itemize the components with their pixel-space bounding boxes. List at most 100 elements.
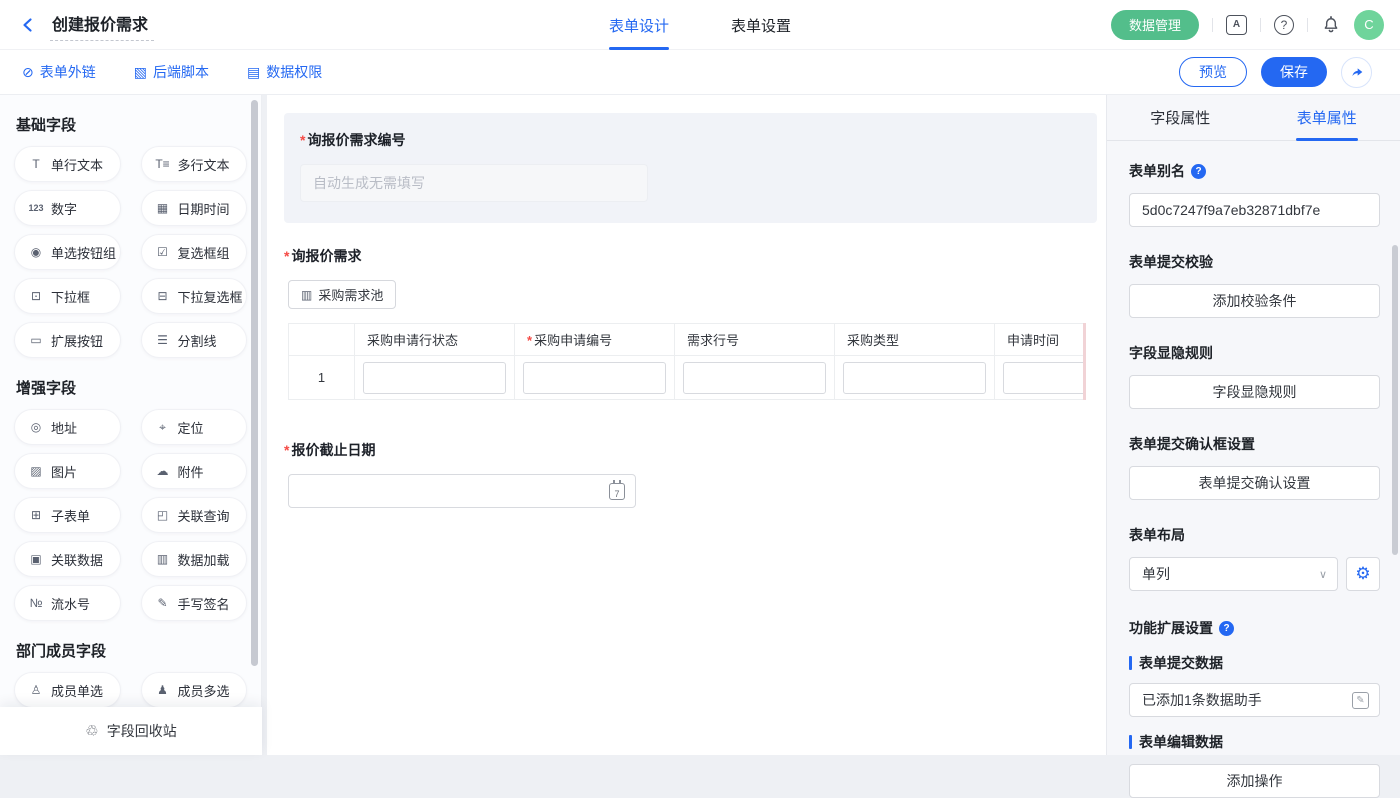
app-header: 创建报价需求 表单设计 表单设置 数据管理 A ? C bbox=[0, 0, 1400, 50]
backend-script-button[interactable]: ▧ 后端脚本 bbox=[134, 62, 209, 82]
tab-form-design[interactable]: 表单设计 bbox=[609, 0, 669, 50]
sidebar-item-datetime[interactable]: ▦日期时间 bbox=[141, 190, 248, 226]
field-quotation-request-no[interactable]: *询报价需求编号 自动生成无需填写 bbox=[284, 113, 1097, 223]
sidebar-item-radio-group[interactable]: ◉单选按钮组 bbox=[14, 234, 121, 270]
target-icon: ⌖ bbox=[155, 420, 171, 435]
submit-data-value: 已添加1条数据助手 bbox=[1142, 690, 1262, 710]
sidebar-item-data-load[interactable]: ▥数据加载 bbox=[141, 541, 248, 577]
section-enhanced-fields: 增强字段 bbox=[16, 377, 247, 398]
cell-input[interactable] bbox=[523, 362, 666, 394]
sidebar-item-extend-button[interactable]: ▭扩展按钮 bbox=[14, 322, 121, 358]
preview-button[interactable]: 预览 bbox=[1179, 57, 1247, 87]
sidebar-item-subform[interactable]: ⊞子表单 bbox=[14, 497, 121, 533]
subform-table: 采购申请行状态 *采购申请编号 需求行号 采购类型 申请时间 1 bbox=[288, 323, 1086, 400]
chevron-down-icon: ∨ bbox=[1319, 568, 1327, 581]
sidebar-item-member-multi[interactable]: ♟成员多选 bbox=[141, 672, 248, 708]
add-operation-button[interactable]: 添加操作 bbox=[1129, 764, 1380, 798]
textarea-icon: T≡ bbox=[155, 157, 171, 171]
recycle-label: 字段回收站 bbox=[107, 721, 177, 741]
sidebar-item-dropdown-multi[interactable]: ⊟下拉复选框 bbox=[141, 278, 248, 314]
form-title[interactable]: 创建报价需求 bbox=[50, 9, 154, 41]
tab-form-settings[interactable]: 表单设置 bbox=[731, 0, 791, 50]
date-picker-input[interactable]: 7 bbox=[288, 474, 636, 508]
save-button[interactable]: 保存 bbox=[1261, 57, 1327, 87]
tab-form-properties[interactable]: 表单属性 bbox=[1254, 95, 1400, 140]
item-label: 定位 bbox=[178, 418, 204, 437]
item-label: 扩展按钮 bbox=[51, 331, 103, 350]
blue-marker bbox=[1129, 735, 1132, 749]
col-row-number bbox=[289, 324, 355, 356]
sidebar-item-serial-number[interactable]: №流水号 bbox=[14, 585, 121, 621]
edit-icon[interactable]: ✎ bbox=[1352, 692, 1369, 709]
form-alias-input[interactable] bbox=[1129, 193, 1380, 227]
bar-chart-icon: ▥ bbox=[155, 552, 171, 566]
help-icon[interactable]: ? bbox=[1274, 15, 1294, 35]
layout-settings-button[interactable]: ⚙ bbox=[1346, 557, 1380, 591]
field-quote-deadline[interactable]: *报价截止日期 7 bbox=[284, 440, 1097, 508]
calendar-icon: 7 bbox=[609, 483, 625, 500]
back-button[interactable] bbox=[16, 13, 40, 37]
panel-scrollbar[interactable] bbox=[1392, 245, 1398, 555]
auto-number-input[interactable]: 自动生成无需填写 bbox=[300, 164, 648, 202]
data-management-button[interactable]: 数据管理 bbox=[1111, 10, 1199, 40]
sidebar-item-signature[interactable]: ✎手写签名 bbox=[141, 585, 248, 621]
form-layout-select[interactable]: 单列 ∨ bbox=[1129, 557, 1338, 591]
person-icon: ♙ bbox=[28, 683, 44, 697]
field-quotation-request-subform[interactable]: *询报价需求 ▥ 采购需求池 采购申请行状态 *采购申请编号 需求行号 采购类型… bbox=[284, 246, 1097, 400]
sidebar-item-location[interactable]: ⌖ 定位 bbox=[141, 409, 248, 445]
cell-input[interactable] bbox=[363, 362, 506, 394]
header-tabs: 表单设计 表单设置 bbox=[609, 0, 791, 50]
required-asterisk: * bbox=[300, 132, 305, 148]
field-label: *询报价需求编号 bbox=[292, 130, 1081, 150]
sidebar-item-single-line-text[interactable]: T单行文本 bbox=[14, 146, 121, 182]
cell-input[interactable] bbox=[843, 362, 986, 394]
serial-icon: № bbox=[28, 596, 44, 610]
field-visibility-rules-button[interactable]: 字段显隐规则 bbox=[1129, 375, 1380, 409]
item-label: 下拉复选框 bbox=[178, 287, 243, 306]
data-permission-button[interactable]: ▤ 数据权限 bbox=[247, 62, 322, 82]
pool-button-label: 采购需求池 bbox=[318, 285, 383, 304]
sidebar-item-member-single[interactable]: ♙成员单选 bbox=[14, 672, 121, 708]
permission-icon: ▤ bbox=[247, 64, 260, 81]
sidebar-item-number[interactable]: 123数字 bbox=[14, 190, 121, 226]
submit-confirm-settings-button[interactable]: 表单提交确认设置 bbox=[1129, 466, 1380, 500]
form-canvas[interactable]: *询报价需求编号 自动生成无需填写 *询报价需求 ▥ 采购需求池 采购申请行状态… bbox=[267, 95, 1106, 755]
sidebar-item-address[interactable]: ◎地址 bbox=[14, 409, 121, 445]
contacts-icon[interactable]: A bbox=[1226, 15, 1247, 35]
item-label: 单选按钮组 bbox=[51, 243, 116, 262]
image-icon: ▨ bbox=[28, 464, 44, 478]
item-label: 多行文本 bbox=[178, 155, 230, 174]
share-button[interactable] bbox=[1341, 57, 1372, 88]
sidebar-item-multi-line-text[interactable]: T≡ 多行文本 bbox=[141, 146, 248, 182]
user-avatar[interactable]: C bbox=[1354, 10, 1384, 40]
help-circle-icon[interactable]: ? bbox=[1191, 164, 1206, 179]
sidebar-item-linked-data[interactable]: ▣关联数据 bbox=[14, 541, 121, 577]
sidebar-scrollbar[interactable] bbox=[251, 100, 258, 666]
sidebar-item-linked-query[interactable]: ◰关联查询 bbox=[141, 497, 248, 533]
add-validation-button[interactable]: 添加校验条件 bbox=[1129, 284, 1380, 318]
backend-script-label: 后端脚本 bbox=[153, 62, 209, 82]
field-recycle-bin[interactable]: ♲ 字段回收站 bbox=[0, 707, 262, 755]
help-circle-icon[interactable]: ? bbox=[1219, 621, 1234, 636]
sidebar-item-checkbox-group[interactable]: ☑复选框组 bbox=[141, 234, 248, 270]
sidebar-item-attachment[interactable]: ☁附件 bbox=[141, 453, 248, 489]
properties-panel: 字段属性 表单属性 表单别名? 表单提交校验 添加校验条件 字段显隐规则 字段显… bbox=[1106, 95, 1400, 755]
sidebar-item-divider-line[interactable]: ☰分割线 bbox=[141, 322, 248, 358]
sidebar-item-dropdown[interactable]: ⊡下拉框 bbox=[14, 278, 121, 314]
purchase-demand-pool-button[interactable]: ▥ 采购需求池 bbox=[288, 280, 396, 309]
col-demand-line-no: 需求行号 bbox=[675, 324, 835, 356]
linked-data-icon: ▣ bbox=[28, 552, 44, 566]
form-external-link-button[interactable]: ⊘ 表单外链 bbox=[22, 62, 96, 82]
extension-settings-label: 功能扩展设置? bbox=[1129, 618, 1380, 638]
cell-input[interactable] bbox=[683, 362, 826, 394]
cell-input[interactable] bbox=[1003, 362, 1086, 394]
required-asterisk: * bbox=[284, 248, 289, 264]
col-purchase-request-no: *采购申请编号 bbox=[515, 324, 675, 356]
linked-query-icon: ◰ bbox=[155, 508, 171, 522]
cloud-upload-icon: ☁ bbox=[155, 464, 171, 478]
sidebar-item-image[interactable]: ▨图片 bbox=[14, 453, 121, 489]
notification-bell-icon[interactable] bbox=[1321, 15, 1341, 35]
text-icon: T bbox=[28, 157, 44, 171]
tab-field-properties[interactable]: 字段属性 bbox=[1107, 95, 1254, 140]
link-icon: ⊘ bbox=[22, 64, 34, 81]
